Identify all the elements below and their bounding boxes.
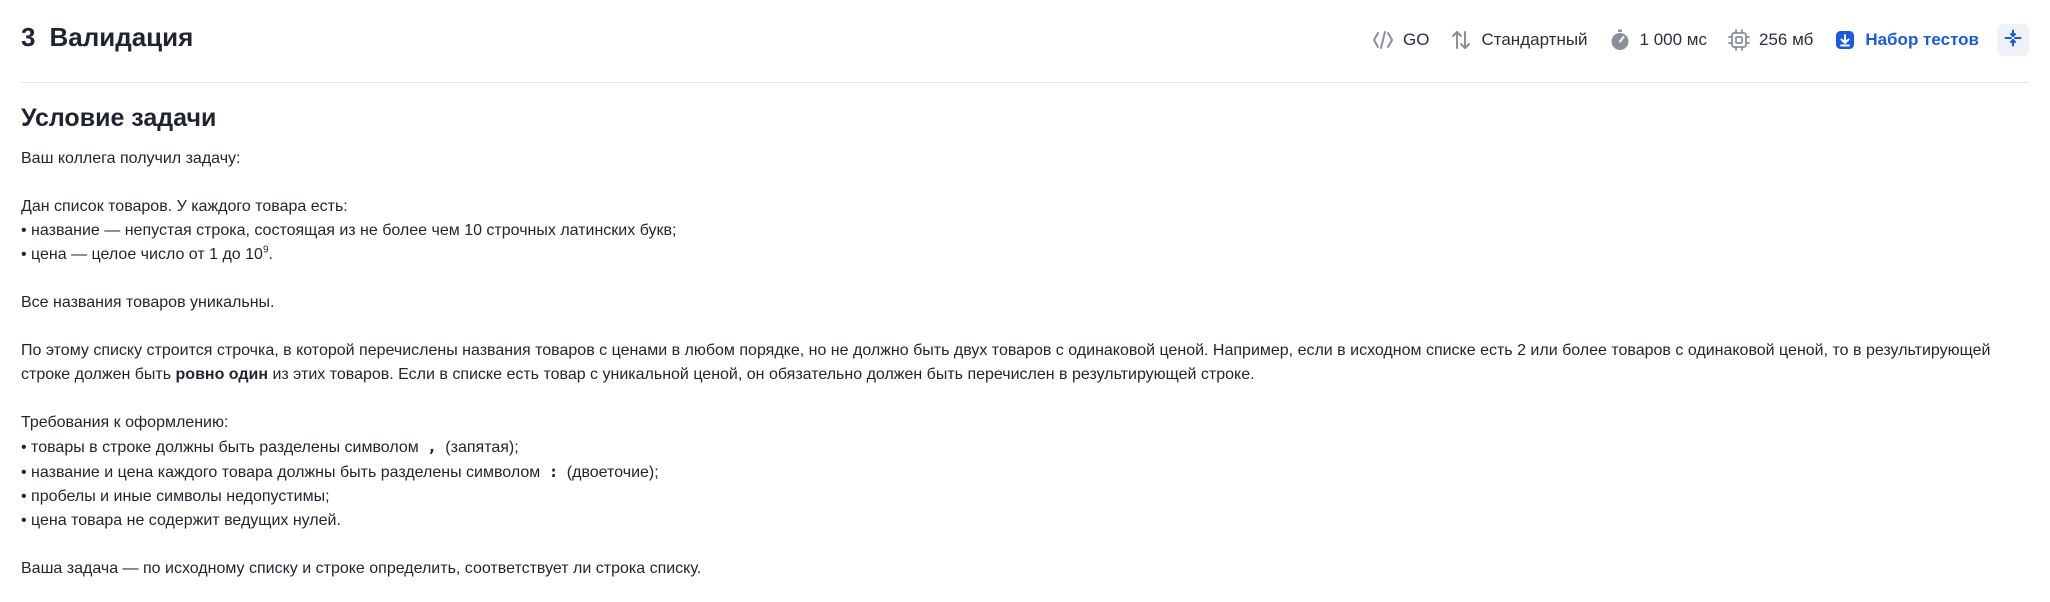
expand-button[interactable] bbox=[1997, 24, 2029, 56]
statement-format-4: • цена товара не содержит ведущих нулей. bbox=[21, 512, 341, 529]
chip-icon bbox=[1727, 28, 1751, 52]
problem-name: Валидация bbox=[49, 22, 194, 52]
download-icon bbox=[1833, 28, 1857, 52]
statement-format-3: • пробелы и иные символы недопустимы; bbox=[21, 488, 330, 505]
problem-meta: GO Стандартный 1 000 мс 256 мб Набор тес… bbox=[1351, 22, 2029, 58]
problem-number: 3 bbox=[21, 22, 36, 52]
comma-symbol: , bbox=[427, 437, 437, 456]
problem-statement: Условие задачи Ваш коллега получил задач… bbox=[21, 104, 2029, 581]
statement-item-price: • цена — целое число от 1 до 109. bbox=[21, 244, 273, 263]
time-limit-label: 1 000 мс bbox=[1639, 30, 1707, 49]
statement-item-name: • название — непустая строка, состоящая … bbox=[21, 222, 677, 239]
code-icon bbox=[1371, 28, 1395, 52]
io-mode-indicator: Стандартный bbox=[1449, 28, 1588, 52]
memory-limit-label: 256 мб bbox=[1759, 30, 1814, 49]
language-label: GO bbox=[1403, 30, 1430, 49]
stopwatch-icon bbox=[1608, 28, 1632, 52]
statement-intro: Ваш коллега получил задачу: bbox=[21, 150, 241, 167]
statement-unique: Все названия товаров уникальны. bbox=[21, 294, 275, 311]
memory-limit-indicator: 256 мб bbox=[1727, 28, 1813, 52]
test-set-link[interactable]: Набор тестов bbox=[1833, 28, 1979, 52]
test-set-label: Набор тестов bbox=[1865, 30, 1979, 49]
io-mode-label: Стандартный bbox=[1481, 30, 1588, 49]
expand-icon bbox=[2004, 29, 2022, 52]
statement-format-heading: Требования к оформлению: bbox=[21, 414, 229, 431]
statement-format-2: • название и цена каждого товара должны … bbox=[21, 462, 659, 481]
statement-heading: Условие задачи bbox=[21, 104, 217, 132]
problem-page: 3 Валидация GO Стандартный 1 000 мс 256 … bbox=[0, 0, 2050, 602]
problem-title: 3 Валидация bbox=[21, 22, 193, 53]
language-indicator: GO bbox=[1371, 28, 1429, 52]
problem-header: 3 Валидация GO Стандартный 1 000 мс 256 … bbox=[21, 0, 2029, 83]
statement-task: Ваша задача — по исходному списку и стро… bbox=[21, 560, 702, 577]
colon-symbol: : bbox=[548, 462, 559, 481]
statement-format-1: • товары в строке должны быть разделены … bbox=[21, 437, 519, 456]
statement-rule: По этому списку строится строчка, в кото… bbox=[21, 342, 1991, 383]
time-limit-indicator: 1 000 мс bbox=[1608, 28, 1707, 52]
statement-given: Дан список товаров. У каждого товара ест… bbox=[21, 198, 348, 215]
rule-emphasis: ровно один bbox=[175, 366, 269, 383]
arrows-swap-icon bbox=[1449, 28, 1473, 52]
